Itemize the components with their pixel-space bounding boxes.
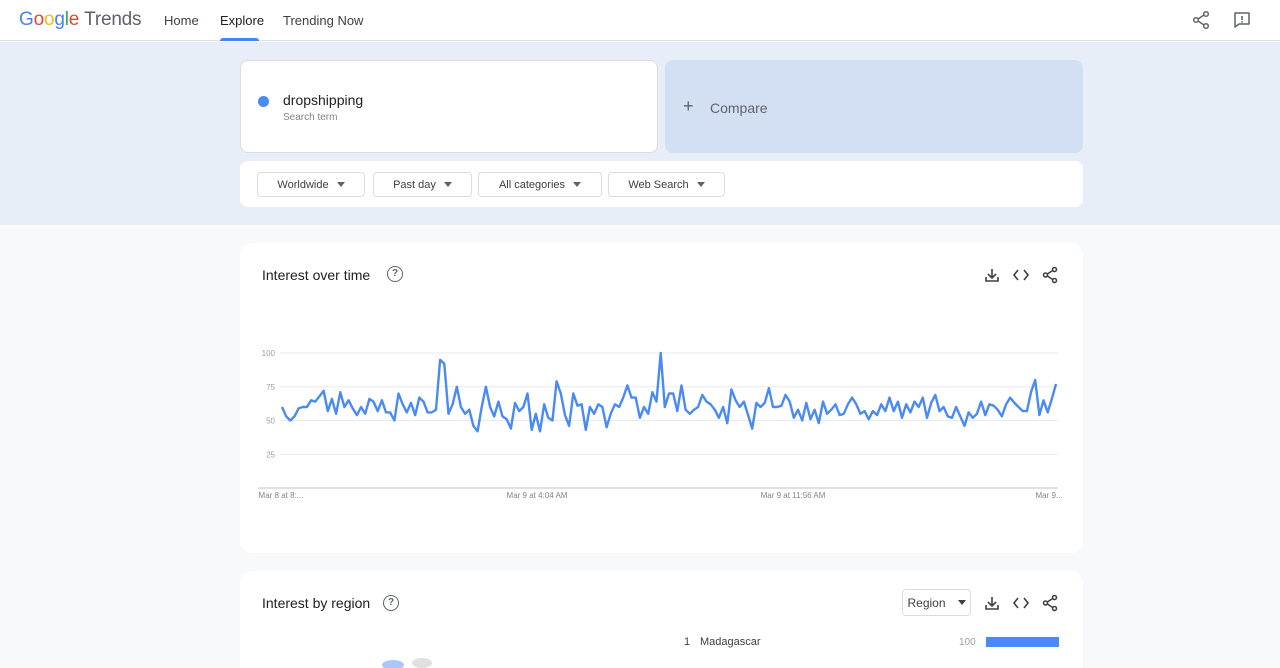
x-tick-label: Mar 9 at 11:56 AM bbox=[761, 491, 826, 500]
region-resolution-select[interactable]: Region bbox=[902, 589, 971, 616]
plus-icon: + bbox=[683, 96, 694, 116]
x-tick-label: Mar 8 at 8:... bbox=[259, 491, 304, 500]
feedback-icon[interactable] bbox=[1232, 10, 1252, 30]
property-filter[interactable]: Web Search bbox=[608, 172, 725, 197]
property-filter-label: Web Search bbox=[628, 178, 689, 191]
search-term-card[interactable]: dropshipping Search term bbox=[240, 60, 658, 153]
category-filter[interactable]: All categories bbox=[478, 172, 602, 197]
search-term-type: Search term bbox=[283, 112, 338, 123]
help-circle-icon[interactable]: ? bbox=[383, 595, 399, 611]
nav-trending-now[interactable]: Trending Now bbox=[283, 13, 363, 28]
region-value-bar bbox=[986, 637, 1059, 647]
download-icon[interactable] bbox=[983, 594, 1001, 612]
share-icon[interactable] bbox=[1191, 10, 1211, 30]
dropdown-arrow-icon bbox=[336, 182, 345, 187]
time-filter[interactable]: Past day bbox=[373, 172, 472, 197]
filter-bar: Worldwide Past day All categories Web Se… bbox=[240, 161, 1083, 207]
top-app-bar: Google Trends Home Explore Trending Now bbox=[0, 0, 1280, 41]
term-color-dot bbox=[258, 96, 269, 107]
google-trends-logo[interactable]: Google Trends bbox=[19, 9, 142, 31]
region-value: 100 bbox=[959, 637, 976, 648]
interest-by-region-title: Interest by region bbox=[262, 595, 371, 611]
region-rank: 1 bbox=[684, 636, 691, 648]
dropdown-arrow-icon bbox=[696, 182, 705, 187]
compare-button[interactable]: + Compare bbox=[665, 60, 1083, 153]
time-filter-label: Past day bbox=[393, 178, 436, 191]
y-tick-label: 25 bbox=[266, 450, 275, 459]
world-map-fragment bbox=[382, 658, 432, 668]
location-filter-label: Worldwide bbox=[277, 178, 329, 191]
location-filter[interactable]: Worldwide bbox=[257, 172, 365, 197]
active-tab-indicator bbox=[220, 38, 259, 41]
region-name[interactable]: Madagascar bbox=[700, 636, 761, 648]
interest-by-region-panel: Interest by region ? Region 1 Madagascar… bbox=[240, 571, 1083, 668]
embed-code-icon[interactable] bbox=[1012, 594, 1030, 612]
dropdown-arrow-icon bbox=[957, 600, 966, 605]
series-line-dropshipping[interactable] bbox=[280, 351, 1058, 433]
logo-trends-text: Trends bbox=[84, 9, 142, 30]
x-tick-label: Mar 9 at 4:04 AM bbox=[507, 491, 568, 500]
logo-google-text: Google bbox=[19, 9, 80, 30]
y-tick-label: 100 bbox=[262, 349, 276, 358]
region-select-label: Region bbox=[907, 595, 946, 610]
y-tick-label: 50 bbox=[266, 417, 275, 426]
nav-explore[interactable]: Explore bbox=[220, 13, 264, 28]
compare-label: Compare bbox=[710, 100, 768, 116]
dropdown-arrow-icon bbox=[573, 182, 582, 187]
y-tick-label: 75 bbox=[266, 383, 275, 392]
interest-line-chart: 25 50 75 100 Mar 8 at 8:... Mar 9 at 4:04 AM M… bbox=[258, 349, 1063, 500]
x-tick-label: Mar 9... bbox=[1035, 491, 1062, 500]
interest-over-time-panel: Interest over time ? 25 50 75 100 Mar 8 at 8… bbox=[240, 243, 1083, 553]
share-icon[interactable] bbox=[1041, 594, 1059, 612]
search-term-name[interactable]: dropshipping bbox=[283, 92, 363, 108]
dropdown-arrow-icon bbox=[443, 182, 452, 187]
nav-home[interactable]: Home bbox=[164, 13, 199, 28]
category-filter-label: All categories bbox=[498, 178, 566, 191]
